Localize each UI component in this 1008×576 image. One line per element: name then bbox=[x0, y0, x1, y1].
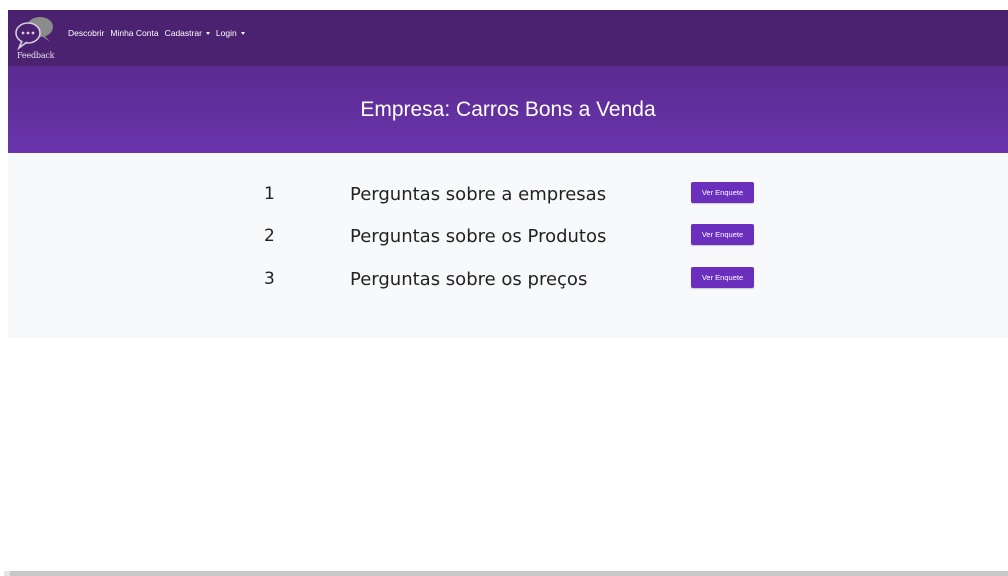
navbar: Feedback Descobrir Minha Conta Cadastrar… bbox=[8, 10, 1008, 66]
nav-link-label: Login bbox=[215, 28, 237, 38]
nav-dropdown-cadastrar[interactable]: Cadastrar bbox=[165, 28, 210, 38]
scroll-left-arrow-icon[interactable] bbox=[4, 571, 10, 576]
survey-number: 3 bbox=[264, 269, 275, 289]
speech-bubbles-icon bbox=[15, 17, 53, 51]
survey-list: 1 Perguntas sobre a empresas Ver Enquete… bbox=[8, 153, 1008, 338]
survey-title: Perguntas sobre a empresas bbox=[350, 184, 607, 205]
survey-row: 1 Perguntas sobre a empresas Ver Enquete bbox=[8, 182, 1008, 208]
page-title: Empresa: Carros Bons a Venda bbox=[360, 97, 656, 121]
nav-link-label: Cadastrar bbox=[164, 28, 202, 38]
ver-enquete-button[interactable]: Ver Enquete bbox=[691, 224, 754, 245]
nav-dropdown-login[interactable]: Login bbox=[216, 28, 245, 38]
nav-links: Descobrir Minha Conta Cadastrar Login bbox=[68, 28, 245, 38]
survey-row: 2 Perguntas sobre os Produtos Ver Enquet… bbox=[8, 224, 1008, 250]
survey-row: 3 Perguntas sobre os preços Ver Enquete bbox=[8, 267, 1008, 293]
caret-down-icon bbox=[240, 31, 245, 35]
survey-title: Perguntas sobre os Produtos bbox=[350, 226, 607, 247]
nav-link-minha-conta[interactable]: Minha Conta bbox=[110, 28, 158, 38]
nav-link-descobrir[interactable]: Descobrir bbox=[68, 28, 104, 38]
page: Feedback Descobrir Minha Conta Cadastrar… bbox=[0, 0, 1008, 576]
nav-link-label: Minha Conta bbox=[110, 28, 159, 38]
ver-enquete-button[interactable]: Ver Enquete bbox=[691, 267, 754, 288]
horizontal-scrollbar[interactable] bbox=[4, 571, 1008, 576]
page-header: Empresa: Carros Bons a Venda bbox=[8, 66, 1008, 153]
survey-number: 1 bbox=[264, 184, 275, 204]
survey-number: 2 bbox=[264, 226, 275, 246]
ver-enquete-button[interactable]: Ver Enquete bbox=[691, 182, 754, 203]
caret-down-icon bbox=[205, 31, 210, 35]
survey-title: Perguntas sobre os preços bbox=[350, 269, 588, 290]
nav-link-label: Descobrir bbox=[68, 28, 105, 38]
brand-logo[interactable]: Feedback bbox=[14, 14, 58, 62]
brand-text: Feedback bbox=[17, 51, 55, 60]
